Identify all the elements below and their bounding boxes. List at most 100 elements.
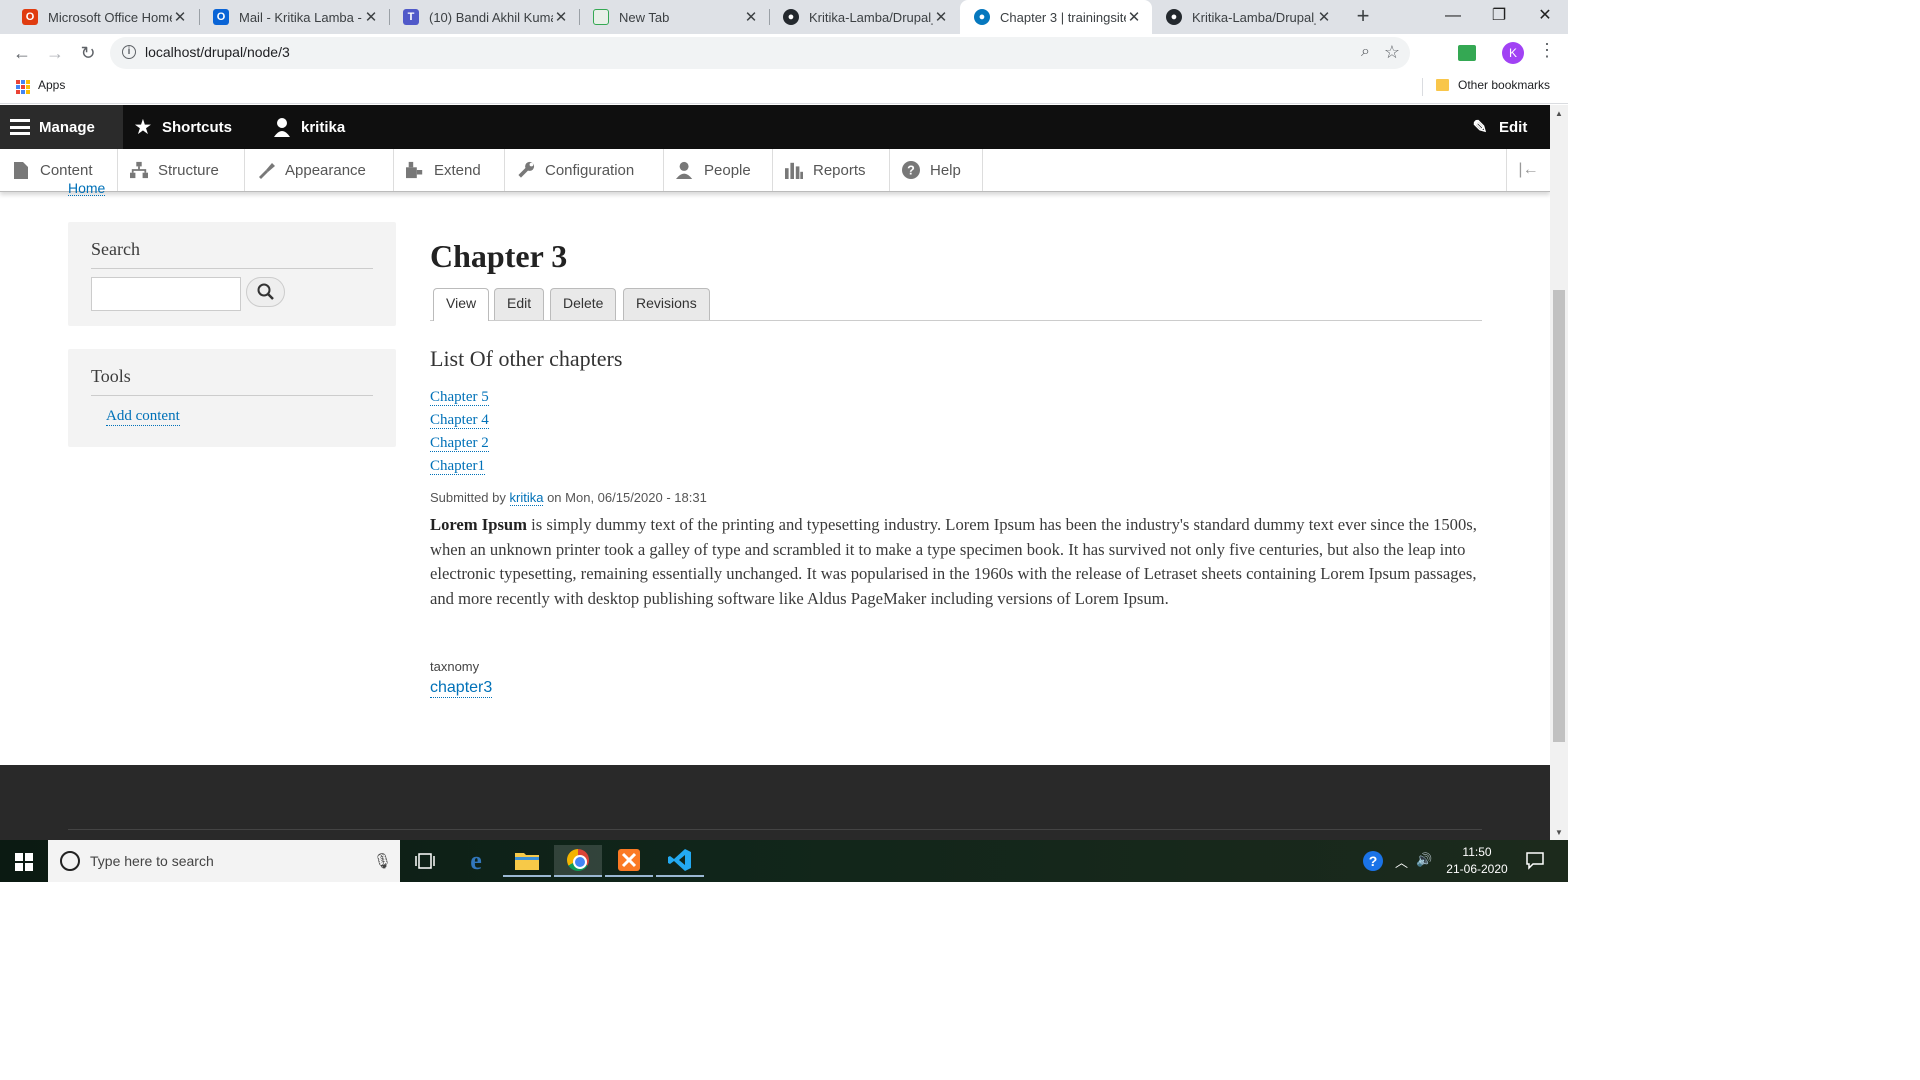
extension-icon[interactable] [1458,45,1476,61]
chrome-icon[interactable] [554,845,602,877]
volume-icon[interactable]: 🔊 [1416,852,1432,868]
vscode-icon[interactable] [656,845,704,877]
manage-menu[interactable]: Manage [0,105,123,149]
system-clock[interactable]: 11:50 21-06-2020 [1442,844,1512,878]
shortcuts-menu[interactable]: ★ Shortcuts [133,105,232,149]
tab-title: Microsoft Office Home [48,9,172,25]
browser-tab[interactable]: O Microsoft Office Home ✕ [8,0,198,34]
tray-label: Structure [158,161,219,179]
browser-menu-icon[interactable]: ⋮ [1538,40,1556,61]
tab-title: New Tab [619,9,670,25]
user-label: kritika [301,118,346,136]
taxonomy-term-link[interactable]: chapter3 [430,679,493,698]
chapter-link[interactable]: Chapter 2 [430,435,489,452]
forward-icon[interactable]: → [44,42,66,64]
help-icon: ? [902,161,920,179]
body-text: is simply dummy text of the printing and… [430,515,1477,608]
tab-delete[interactable]: Delete [550,288,617,320]
new-tab-button[interactable]: + [1350,4,1376,30]
clock-date: 21-06-2020 [1446,862,1508,876]
tray-item-appearance[interactable]: Appearance [245,149,394,191]
browser-tab-active[interactable]: ● Chapter 3 | trainingsite ✕ [960,0,1152,34]
close-tab-icon[interactable]: ✕ [172,8,188,26]
manage-label: Manage [39,118,95,136]
scroll-up-icon[interactable]: ▲ [1553,109,1565,119]
browser-tab[interactable]: ● Kritika-Lamba/Drupal_t ✕ [769,0,959,34]
svg-text:?: ? [907,164,915,178]
edit-toggle[interactable]: ✎ Edit [1470,105,1527,149]
puzzle-icon [406,161,424,179]
browser-tab[interactable]: ● Kritika-Lamba/Drupal_t ✕ [1152,0,1342,34]
chapter-link[interactable]: Chapter1 [430,458,485,475]
submitted-date: on Mon, 06/15/2020 - 18:31 [547,490,707,505]
user-menu[interactable]: kritika [272,105,345,149]
taskbar-search[interactable]: Type here to search 🎙 [48,840,400,882]
local-tasks: View Edit Delete Revisions [430,288,1482,321]
search-button[interactable] [246,277,285,307]
zoom-icon[interactable]: ⌕ [1361,43,1370,61]
apps-bookmark[interactable]: Apps [38,78,65,92]
microphone-icon[interactable]: 🎙 [373,852,392,870]
close-window-icon[interactable]: ✕ [1522,0,1568,34]
chapter-link[interactable]: Chapter 5 [430,389,489,406]
chevron-up-icon[interactable]: ︿ [1395,852,1408,871]
profile-avatar[interactable]: K [1502,42,1524,64]
site-info-icon[interactable]: i [122,45,136,59]
author-link[interactable]: kritika [509,490,544,506]
svg-text:?: ? [1369,853,1378,869]
tray-item-configuration[interactable]: Configuration [505,149,664,191]
task-view-icon[interactable] [401,845,449,877]
address-bar[interactable]: i localhost/drupal/node/3 ⌕ ☆ [110,37,1410,69]
close-tab-icon[interactable]: ✕ [1126,8,1142,26]
browser-tab[interactable]: T (10) Bandi Akhil Kumar ✕ [389,0,579,34]
file-explorer-icon[interactable] [503,845,551,877]
bookmark-star-icon[interactable]: ☆ [1384,42,1400,63]
tray-label: Extend [434,161,481,179]
paintbrush-icon [257,161,275,179]
tray-orientation-toggle[interactable]: |← [1506,149,1550,191]
reload-icon[interactable]: ↻ [77,42,99,64]
tray-item-extend[interactable]: Extend [394,149,505,191]
tab-title: Chapter 3 | trainingsite [1000,9,1126,25]
minimize-icon[interactable]: — [1430,0,1476,34]
tab-view[interactable]: View [433,288,490,321]
close-tab-icon[interactable]: ✕ [1316,8,1332,26]
add-content-link[interactable]: Add content [106,408,180,426]
github-icon: ● [783,9,799,25]
search-block-title: Search [91,222,373,269]
tab-title: Mail - Kritika Lamba - C [239,9,363,25]
search-block: Search [68,222,396,326]
search-input[interactable] [91,277,241,311]
tab-revisions[interactable]: Revisions [623,288,710,320]
other-bookmarks[interactable]: Other bookmarks [1458,78,1550,92]
close-tab-icon[interactable]: ✕ [743,8,759,26]
edge-icon[interactable]: e [452,845,500,877]
close-tab-icon[interactable]: ✕ [553,8,569,26]
apps-grid-icon[interactable] [16,80,30,94]
scrollbar-thumb[interactable] [1553,290,1565,742]
node-body: Lorem Ipsum is simply dummy text of the … [430,513,1482,611]
admin-toolbar: Manage ★ Shortcuts kritika ✎ Edit [0,105,1550,149]
restore-icon[interactable]: ❐ [1476,0,1522,34]
tray-item-people[interactable]: People [664,149,773,191]
xampp-icon[interactable] [605,845,653,877]
shortcuts-label: Shortcuts [162,118,233,136]
browser-tab[interactable]: O Mail - Kritika Lamba - C ✕ [199,0,389,34]
tray-item-reports[interactable]: Reports [773,149,890,191]
tab-edit[interactable]: Edit [494,288,545,320]
help-tray-icon[interactable]: ? [1362,850,1384,875]
chapter-link[interactable]: Chapter 4 [430,412,489,429]
close-tab-icon[interactable]: ✕ [363,8,379,26]
url-text[interactable]: localhost/drupal/node/3 [145,44,290,60]
body-bold: Lorem Ipsum [430,515,527,534]
breadcrumb-home[interactable]: Home [68,182,106,196]
scroll-down-icon[interactable]: ▼ [1553,828,1565,838]
windows-start-icon[interactable] [15,853,33,871]
close-tab-icon[interactable]: ✕ [933,8,949,26]
tray-item-help[interactable]: ? Help [890,149,983,191]
back-icon[interactable]: ← [11,42,33,64]
tray-item-structure[interactable]: Structure [118,149,245,191]
notifications-icon[interactable] [1525,850,1545,873]
browser-tab[interactable]: New Tab ✕ [579,0,769,34]
tab-title: Kritika-Lamba/Drupal_t [809,9,933,25]
